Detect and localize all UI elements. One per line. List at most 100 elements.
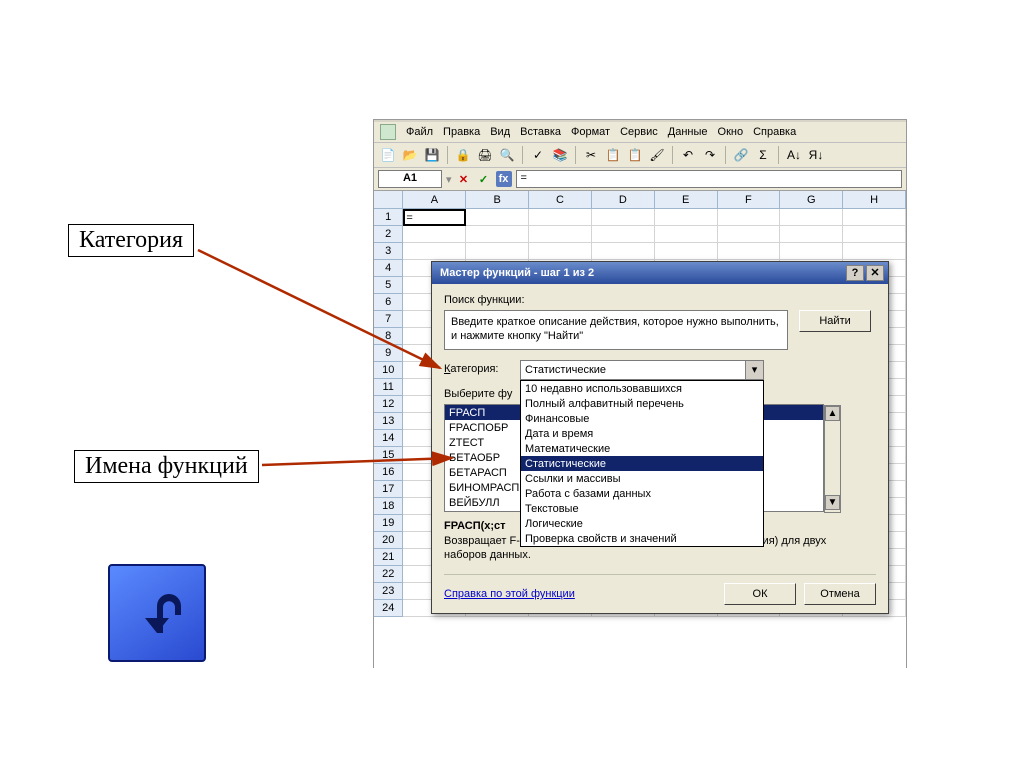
menu-format[interactable]: Формат bbox=[567, 125, 614, 139]
cell[interactable] bbox=[529, 226, 592, 243]
sort-asc-icon[interactable]: A↓ bbox=[784, 145, 804, 165]
find-button[interactable]: Найти bbox=[799, 310, 871, 332]
select-all-corner[interactable] bbox=[374, 191, 403, 209]
col-header-d[interactable]: D bbox=[592, 191, 655, 209]
row-header[interactable]: 24 bbox=[374, 600, 403, 617]
cut-icon[interactable]: ✂ bbox=[581, 145, 601, 165]
cell[interactable] bbox=[780, 243, 843, 260]
menu-data[interactable]: Данные bbox=[664, 125, 712, 139]
menu-window[interactable]: Окно bbox=[714, 125, 748, 139]
row-header[interactable]: 20 bbox=[374, 532, 403, 549]
spelling-icon[interactable]: ✓ bbox=[528, 145, 548, 165]
row-header[interactable]: 18 bbox=[374, 498, 403, 515]
category-option[interactable]: Проверка свойств и значений bbox=[521, 531, 763, 546]
col-header-f[interactable]: F bbox=[718, 191, 781, 209]
row-header[interactable]: 22 bbox=[374, 566, 403, 583]
cell[interactable] bbox=[403, 226, 466, 243]
cell[interactable] bbox=[843, 209, 906, 226]
search-input[interactable]: Введите краткое описание действия, котор… bbox=[444, 310, 788, 350]
name-box[interactable]: A1 bbox=[378, 170, 442, 188]
permissions-icon[interactable]: 🔒 bbox=[453, 145, 473, 165]
copy-icon[interactable]: 📋 bbox=[603, 145, 623, 165]
cell[interactable] bbox=[466, 209, 529, 226]
dialog-titlebar[interactable]: Мастер функций - шаг 1 из 2 ? ✕ bbox=[432, 262, 888, 284]
category-option[interactable]: 10 недавно использовавшихся bbox=[521, 381, 763, 396]
menu-edit[interactable]: Правка bbox=[439, 125, 484, 139]
format-painter-icon[interactable]: 🖌 bbox=[647, 145, 667, 165]
research-icon[interactable]: 📚 bbox=[550, 145, 570, 165]
cell[interactable] bbox=[780, 226, 843, 243]
row-header[interactable]: 19 bbox=[374, 515, 403, 532]
cancel-button[interactable]: Отмена bbox=[804, 583, 876, 605]
row-header[interactable]: 12 bbox=[374, 396, 403, 413]
row-header[interactable]: 8 bbox=[374, 328, 403, 345]
row-header[interactable]: 2 bbox=[374, 226, 403, 243]
col-header-g[interactable]: G bbox=[780, 191, 843, 209]
cell[interactable] bbox=[592, 243, 655, 260]
col-header-b[interactable]: B bbox=[466, 191, 529, 209]
cell[interactable] bbox=[466, 243, 529, 260]
row-header[interactable]: 23 bbox=[374, 583, 403, 600]
cell[interactable] bbox=[592, 209, 655, 226]
menu-insert[interactable]: Вставка bbox=[516, 125, 565, 139]
cell[interactable] bbox=[843, 243, 906, 260]
scroll-up-icon[interactable]: ▲ bbox=[825, 406, 840, 421]
row-header[interactable]: 14 bbox=[374, 430, 403, 447]
row-header[interactable]: 11 bbox=[374, 379, 403, 396]
return-button[interactable] bbox=[108, 564, 206, 662]
preview-icon[interactable]: 🔍 bbox=[497, 145, 517, 165]
autosum-icon[interactable]: Σ bbox=[753, 145, 773, 165]
hyperlink-icon[interactable]: 🔗 bbox=[731, 145, 751, 165]
col-header-a[interactable]: A bbox=[403, 191, 466, 209]
category-option[interactable]: Ссылки и массивы bbox=[521, 471, 763, 486]
new-icon[interactable]: 📄 bbox=[378, 145, 398, 165]
cell[interactable] bbox=[529, 243, 592, 260]
print-icon[interactable]: 🖨 bbox=[475, 145, 495, 165]
cell[interactable] bbox=[843, 226, 906, 243]
listbox-scrollbar[interactable]: ▲ ▼ bbox=[824, 405, 841, 513]
undo-icon[interactable]: ↶ bbox=[678, 145, 698, 165]
accept-formula-icon[interactable]: ✓ bbox=[476, 171, 492, 187]
cell[interactable] bbox=[718, 209, 781, 226]
category-combobox[interactable]: Статистические ▾ bbox=[520, 360, 764, 380]
cell[interactable] bbox=[655, 209, 718, 226]
category-option[interactable]: Статистические bbox=[521, 456, 763, 471]
category-option[interactable]: Дата и время bbox=[521, 426, 763, 441]
row-header[interactable]: 7 bbox=[374, 311, 403, 328]
category-option[interactable]: Математические bbox=[521, 441, 763, 456]
category-option[interactable]: Текстовые bbox=[521, 501, 763, 516]
menu-view[interactable]: Вид bbox=[486, 125, 514, 139]
category-option[interactable]: Финансовые bbox=[521, 411, 763, 426]
menu-help[interactable]: Справка bbox=[749, 125, 800, 139]
category-option[interactable]: Логические bbox=[521, 516, 763, 531]
row-header[interactable]: 16 bbox=[374, 464, 403, 481]
cell[interactable] bbox=[718, 243, 781, 260]
row-header[interactable]: 1 bbox=[374, 209, 403, 226]
cell[interactable] bbox=[466, 226, 529, 243]
cell[interactable] bbox=[718, 226, 781, 243]
row-header[interactable]: 6 bbox=[374, 294, 403, 311]
dialog-close-button[interactable]: ✕ bbox=[866, 265, 884, 281]
cell[interactable]: = bbox=[403, 209, 466, 226]
row-header[interactable]: 10 bbox=[374, 362, 403, 379]
col-header-h[interactable]: H bbox=[843, 191, 906, 209]
row-header[interactable]: 4 bbox=[374, 260, 403, 277]
save-icon[interactable]: 💾 bbox=[422, 145, 442, 165]
row-header[interactable]: 13 bbox=[374, 413, 403, 430]
cell[interactable] bbox=[592, 226, 655, 243]
sort-desc-icon[interactable]: Я↓ bbox=[806, 145, 826, 165]
row-header[interactable]: 15 bbox=[374, 447, 403, 464]
menu-tools[interactable]: Сервис bbox=[616, 125, 662, 139]
row-header[interactable]: 3 bbox=[374, 243, 403, 260]
row-header[interactable]: 5 bbox=[374, 277, 403, 294]
paste-icon[interactable]: 📋 bbox=[625, 145, 645, 165]
cell[interactable] bbox=[655, 243, 718, 260]
category-option[interactable]: Полный алфавитный перечень bbox=[521, 396, 763, 411]
cell[interactable] bbox=[529, 209, 592, 226]
dialog-help-button[interactable]: ? bbox=[846, 265, 864, 281]
category-option[interactable]: Работа с базами данных bbox=[521, 486, 763, 501]
menu-file[interactable]: Файл bbox=[402, 125, 437, 139]
cancel-formula-icon[interactable]: ✕ bbox=[456, 171, 472, 187]
col-header-e[interactable]: E bbox=[655, 191, 718, 209]
scroll-down-icon[interactable]: ▼ bbox=[825, 495, 840, 510]
